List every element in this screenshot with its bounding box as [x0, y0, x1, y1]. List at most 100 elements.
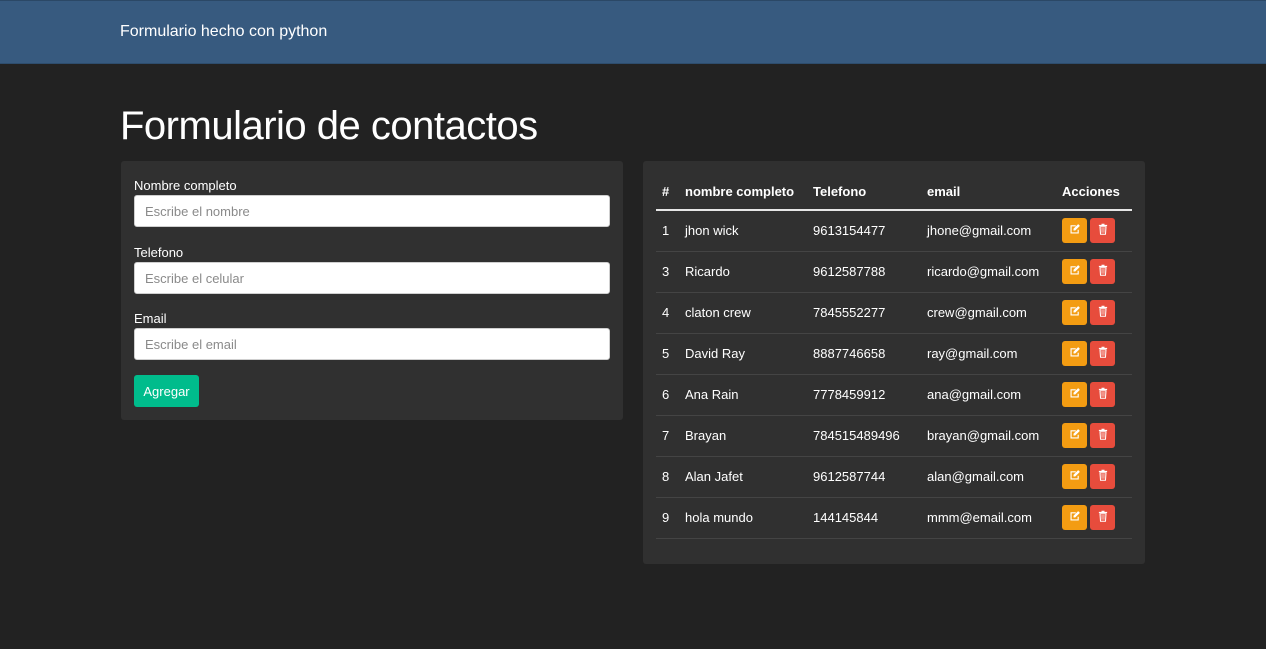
row-actions: [1056, 415, 1132, 457]
trash-icon: [1097, 387, 1109, 402]
row-actions: [1056, 333, 1132, 375]
table-header-row: # nombre completo Telefono email Accione…: [656, 174, 1132, 211]
name-label: Nombre completo: [134, 178, 237, 193]
trash-icon: [1097, 223, 1109, 238]
row-email: jhone@gmail.com: [921, 210, 1056, 252]
delete-button[interactable]: [1090, 464, 1115, 489]
row-actions: [1056, 292, 1132, 334]
edit-button[interactable]: [1062, 505, 1087, 530]
row-phone: 7778459912: [807, 374, 921, 416]
row-email: ricardo@gmail.com: [921, 251, 1056, 293]
edit-button[interactable]: [1062, 341, 1087, 366]
edit-icon: [1069, 428, 1081, 443]
delete-button[interactable]: [1090, 300, 1115, 325]
delete-button[interactable]: [1090, 423, 1115, 448]
contacts-table: # nombre completo Telefono email Accione…: [656, 174, 1132, 539]
trash-icon: [1097, 510, 1109, 525]
row-number: 1: [656, 210, 679, 252]
edit-icon: [1069, 469, 1081, 484]
row-name: David Ray: [679, 333, 807, 375]
phone-input[interactable]: [134, 262, 610, 294]
edit-icon: [1069, 510, 1081, 525]
row-number: 5: [656, 333, 679, 375]
row-phone: 9613154477: [807, 210, 921, 252]
table-row: 5 David Ray 8887746658 ray@gmail.com: [656, 333, 1132, 375]
row-email: ana@gmail.com: [921, 374, 1056, 416]
table-row: 3 Ricardo 9612587788 ricardo@gmail.com: [656, 251, 1132, 293]
table-row: 8 Alan Jafet 9612587744 alan@gmail.com: [656, 456, 1132, 498]
contacts-table-card: # nombre completo Telefono email Accione…: [643, 161, 1145, 564]
edit-icon: [1069, 387, 1081, 402]
phone-label: Telefono: [134, 245, 184, 260]
header-phone: Telefono: [807, 174, 921, 211]
row-phone: 9612587744: [807, 456, 921, 498]
row-name: hola mundo: [679, 497, 807, 539]
row-email: brayan@gmail.com: [921, 415, 1056, 457]
trash-icon: [1097, 264, 1109, 279]
email-input[interactable]: [134, 328, 610, 360]
add-button[interactable]: Agregar: [134, 375, 199, 407]
trash-icon: [1097, 305, 1109, 320]
header-name: nombre completo: [679, 174, 807, 211]
edit-button[interactable]: [1062, 464, 1087, 489]
row-name: jhon wick: [679, 210, 807, 252]
table-body: 1 jhon wick 9613154477 jhone@gmail.com 3 Rica…: [656, 210, 1132, 539]
row-actions: [1056, 497, 1132, 539]
row-actions: [1056, 210, 1132, 252]
edit-icon: [1069, 346, 1081, 361]
row-phone: 784515489496: [807, 415, 921, 457]
edit-icon: [1069, 264, 1081, 279]
edit-button[interactable]: [1062, 259, 1087, 284]
row-name: Alan Jafet: [679, 456, 807, 498]
table-row: 7 Brayan 784515489496 brayan@gmail.com: [656, 415, 1132, 457]
delete-button[interactable]: [1090, 259, 1115, 284]
row-number: 8: [656, 456, 679, 498]
table-row: 1 jhon wick 9613154477 jhone@gmail.com: [656, 210, 1132, 252]
row-name: Brayan: [679, 415, 807, 457]
row-email: crew@gmail.com: [921, 292, 1056, 334]
edit-button[interactable]: [1062, 423, 1087, 448]
table-row: 4 claton crew 7845552277 crew@gmail.com: [656, 292, 1132, 334]
row-number: 6: [656, 374, 679, 416]
row-number: 7: [656, 415, 679, 457]
page-title: Formulario de contactos: [120, 104, 538, 148]
row-phone: 7845552277: [807, 292, 921, 334]
row-phone: 144145844: [807, 497, 921, 539]
edit-icon: [1069, 305, 1081, 320]
edit-button[interactable]: [1062, 382, 1087, 407]
row-actions: [1056, 251, 1132, 293]
table-row: 6 Ana Rain 7778459912 ana@gmail.com: [656, 374, 1132, 416]
navbar-brand[interactable]: Formulario hecho con python: [120, 23, 327, 41]
row-number: 3: [656, 251, 679, 293]
delete-button[interactable]: [1090, 505, 1115, 530]
row-name: claton crew: [679, 292, 807, 334]
name-input[interactable]: [134, 195, 610, 227]
delete-button[interactable]: [1090, 218, 1115, 244]
row-phone: 9612587788: [807, 251, 921, 293]
row-phone: 8887746658: [807, 333, 921, 375]
contact-form-card: Nombre completo Telefono Email Agregar: [121, 161, 623, 420]
navbar: Formulario hecho con python: [0, 0, 1266, 64]
email-label: Email: [134, 311, 167, 326]
table-row: 9 hola mundo 144145844 mmm@email.com: [656, 497, 1132, 539]
row-number: 4: [656, 292, 679, 334]
row-email: ray@gmail.com: [921, 333, 1056, 375]
delete-button[interactable]: [1090, 382, 1115, 407]
delete-button[interactable]: [1090, 341, 1115, 366]
row-email: mmm@email.com: [921, 497, 1056, 539]
row-name: Ricardo: [679, 251, 807, 293]
edit-button[interactable]: [1062, 218, 1087, 244]
edit-button[interactable]: [1062, 300, 1087, 325]
header-email: email: [921, 174, 1056, 211]
trash-icon: [1097, 469, 1109, 484]
row-actions: [1056, 456, 1132, 498]
trash-icon: [1097, 346, 1109, 361]
row-actions: [1056, 374, 1132, 416]
header-number: #: [656, 174, 679, 211]
row-email: alan@gmail.com: [921, 456, 1056, 498]
trash-icon: [1097, 428, 1109, 443]
header-actions: Acciones: [1056, 174, 1132, 211]
edit-icon: [1069, 223, 1081, 238]
row-name: Ana Rain: [679, 374, 807, 416]
row-number: 9: [656, 497, 679, 539]
